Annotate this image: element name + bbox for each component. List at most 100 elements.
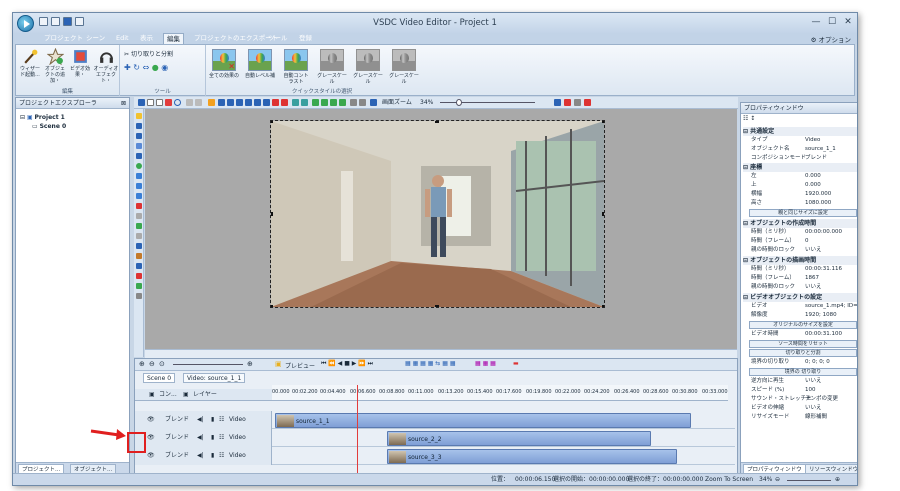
- quickstyle-thumb-gray-2[interactable]: [356, 49, 380, 71]
- zoom-slider[interactable]: [440, 102, 535, 103]
- timeline-playhead[interactable]: [357, 385, 358, 475]
- status-zoom-slider[interactable]: [787, 480, 831, 481]
- zoom-slider-thumb[interactable]: [456, 99, 462, 106]
- tab-video[interactable]: Video: source_1_1: [183, 373, 246, 383]
- quickstyle-thumb-gray-1[interactable]: [320, 49, 344, 71]
- person-tool-icon[interactable]: [136, 253, 142, 259]
- audio-icon[interactable]: ◀|: [197, 447, 204, 465]
- add-object-button[interactable]: オブジェクトの追加・: [43, 48, 67, 84]
- undo-icon[interactable]: [186, 99, 193, 106]
- subtitle-tool-icon[interactable]: [136, 153, 142, 159]
- marker-icon[interactable]: [584, 99, 591, 106]
- resize-handle-br[interactable]: [602, 305, 604, 307]
- lock-icon[interactable]: ▮: [211, 447, 214, 465]
- prop-drawing-frame[interactable]: 時間（フレーム） 1867: [743, 274, 857, 283]
- audio-icon[interactable]: ◀|: [197, 429, 204, 447]
- clip-source-3[interactable]: source_3_3: [387, 449, 677, 464]
- fit-width-icon[interactable]: [301, 99, 308, 106]
- quickstyle-thumb-remove[interactable]: [212, 49, 236, 71]
- prop-creation-ms[interactable]: 時間（ミリ秒） 00:00:00.000: [743, 228, 857, 237]
- track-blend[interactable]: ブレンド: [165, 411, 189, 429]
- tree-item-scene[interactable]: ▭ Scene 0: [20, 122, 66, 131]
- status-zoom-out-icon[interactable]: ⊖: [775, 474, 780, 485]
- animation-tool-icon[interactable]: [136, 243, 142, 249]
- timeline-zoom-in-icon[interactable]: ⊕: [139, 360, 145, 368]
- fit-icon[interactable]: [292, 99, 299, 106]
- filter-tool-icon[interactable]: [136, 283, 142, 289]
- text-tool-icon[interactable]: [136, 213, 142, 219]
- playback-controls[interactable]: ⏮ ⏪ ◀ ■ ▶ ⏩ ⏭: [321, 360, 373, 368]
- menu-register[interactable]: 登録: [296, 33, 315, 44]
- move-down-icon[interactable]: [321, 99, 328, 106]
- group-icon[interactable]: [350, 99, 357, 106]
- free-shape-tool-icon[interactable]: [136, 233, 142, 239]
- prop-width[interactable]: 横幅 1920.000: [743, 190, 857, 199]
- delete-icon[interactable]: [165, 99, 172, 106]
- status-zoom-in-icon[interactable]: ⊕: [835, 474, 840, 485]
- flip-icon[interactable]: ⇔: [143, 63, 150, 72]
- section-drawing-time[interactable]: ⊟ オブジェクトの描画時間: [743, 256, 857, 265]
- prop-resize-mode[interactable]: リサイズモード 線形補間: [743, 413, 857, 422]
- section-coords[interactable]: ⊟ 座標: [743, 163, 857, 172]
- track-blend[interactable]: ブレンド: [165, 447, 189, 465]
- resize-handle-bl[interactable]: [271, 305, 273, 307]
- status-zoom-label[interactable]: Zoom To Screen: [705, 474, 753, 485]
- timeline-zoom-out-icon[interactable]: ⊖: [149, 360, 155, 368]
- clip-source-1[interactable]: source_1_1: [275, 413, 691, 428]
- eye-icon[interactable]: 👁: [147, 411, 155, 429]
- align-bottom-icon[interactable]: [263, 99, 270, 106]
- menu-scene[interactable]: シーン: [83, 33, 108, 44]
- tree-item-project[interactable]: ⊟ ▣ Project 1: [20, 113, 66, 122]
- color-icon[interactable]: ●: [152, 63, 159, 72]
- maximize-button[interactable]: ☐: [825, 16, 839, 28]
- timeline-ruler[interactable]: 00.000 00:02.200 00:04.400 00:06.600 00:…: [272, 385, 728, 401]
- quickstyle-thumb-auto-contrast[interactable]: [284, 49, 308, 71]
- prop-drawing-ms[interactable]: 時間（ミリ秒） 00:00:31.116: [743, 265, 857, 274]
- circle-icon[interactable]: [174, 99, 181, 106]
- move-back-icon[interactable]: [339, 99, 346, 106]
- tab-scene[interactable]: Scene 0: [143, 373, 176, 383]
- quickstyle-thumb-auto-levels[interactable]: [248, 49, 272, 71]
- new-object-icon[interactable]: [147, 99, 154, 106]
- video-frame[interactable]: [270, 120, 605, 308]
- section-common[interactable]: ⊟ 共通設定: [743, 127, 857, 136]
- align-center-icon[interactable]: [227, 99, 234, 106]
- image-tool-icon[interactable]: [136, 143, 142, 149]
- copy-icon[interactable]: [156, 99, 163, 106]
- cut-split-prop-button[interactable]: 切り取りと分割: [749, 349, 857, 357]
- canvas-scrollbar[interactable]: [145, 349, 737, 358]
- sprite-tool-icon[interactable]: [136, 223, 142, 229]
- options-button[interactable]: ⚙ オプション: [811, 34, 851, 44]
- audio-tool-icon[interactable]: [136, 133, 142, 139]
- more-tools-icon[interactable]: [136, 293, 142, 299]
- ungroup-icon[interactable]: [359, 99, 366, 106]
- ellipse-tool-icon[interactable]: [136, 163, 142, 169]
- section-creation-time[interactable]: ⊟ オブジェクトの作成時間: [743, 219, 857, 228]
- prop-top[interactable]: 上 0.000: [743, 181, 857, 190]
- effects-icon[interactable]: [208, 99, 215, 106]
- audio-effects-button[interactable]: オーディオエフェクト・: [93, 48, 119, 84]
- close-button[interactable]: ✕: [841, 16, 855, 28]
- preview-icon[interactable]: ▣: [275, 360, 282, 368]
- wizard-button[interactable]: ウィザード起動...: [18, 48, 42, 78]
- music-tool-icon[interactable]: [136, 273, 142, 279]
- align-top-icon[interactable]: [245, 99, 252, 106]
- properties-sort-icons[interactable]: ☷ ↕: [743, 115, 755, 122]
- align-right-icon[interactable]: [236, 99, 243, 106]
- original-size-button[interactable]: オリジナルのサイズを設定: [749, 321, 857, 329]
- timeline-edit-icons[interactable]: ▦ ▦ ▦ ▦ ⇆ ▦ ▦: [405, 360, 455, 367]
- record-icon[interactable]: [564, 99, 571, 106]
- line-tool-icon[interactable]: [136, 183, 142, 189]
- resize-handle-tl[interactable]: [271, 121, 273, 123]
- timeline-marker-icons[interactable]: ▦ ▦ ▦: [475, 360, 496, 367]
- snapshot-icon[interactable]: [574, 99, 581, 106]
- select-tool-icon[interactable]: [136, 113, 142, 119]
- quickstyle-thumb-gray-3[interactable]: [392, 49, 416, 71]
- parent-size-button[interactable]: 親と同じサイズに設定: [749, 209, 857, 217]
- video-tool-icon[interactable]: [136, 123, 142, 129]
- timeline-fit-icon[interactable]: ⊙: [159, 360, 165, 368]
- eye-icon[interactable]: 👁: [147, 429, 155, 447]
- audio-icon[interactable]: ◀|: [197, 411, 204, 429]
- cut-split-button[interactable]: ✂ 切り取りと分割: [124, 49, 173, 58]
- crop-icon[interactable]: ✚: [124, 63, 131, 72]
